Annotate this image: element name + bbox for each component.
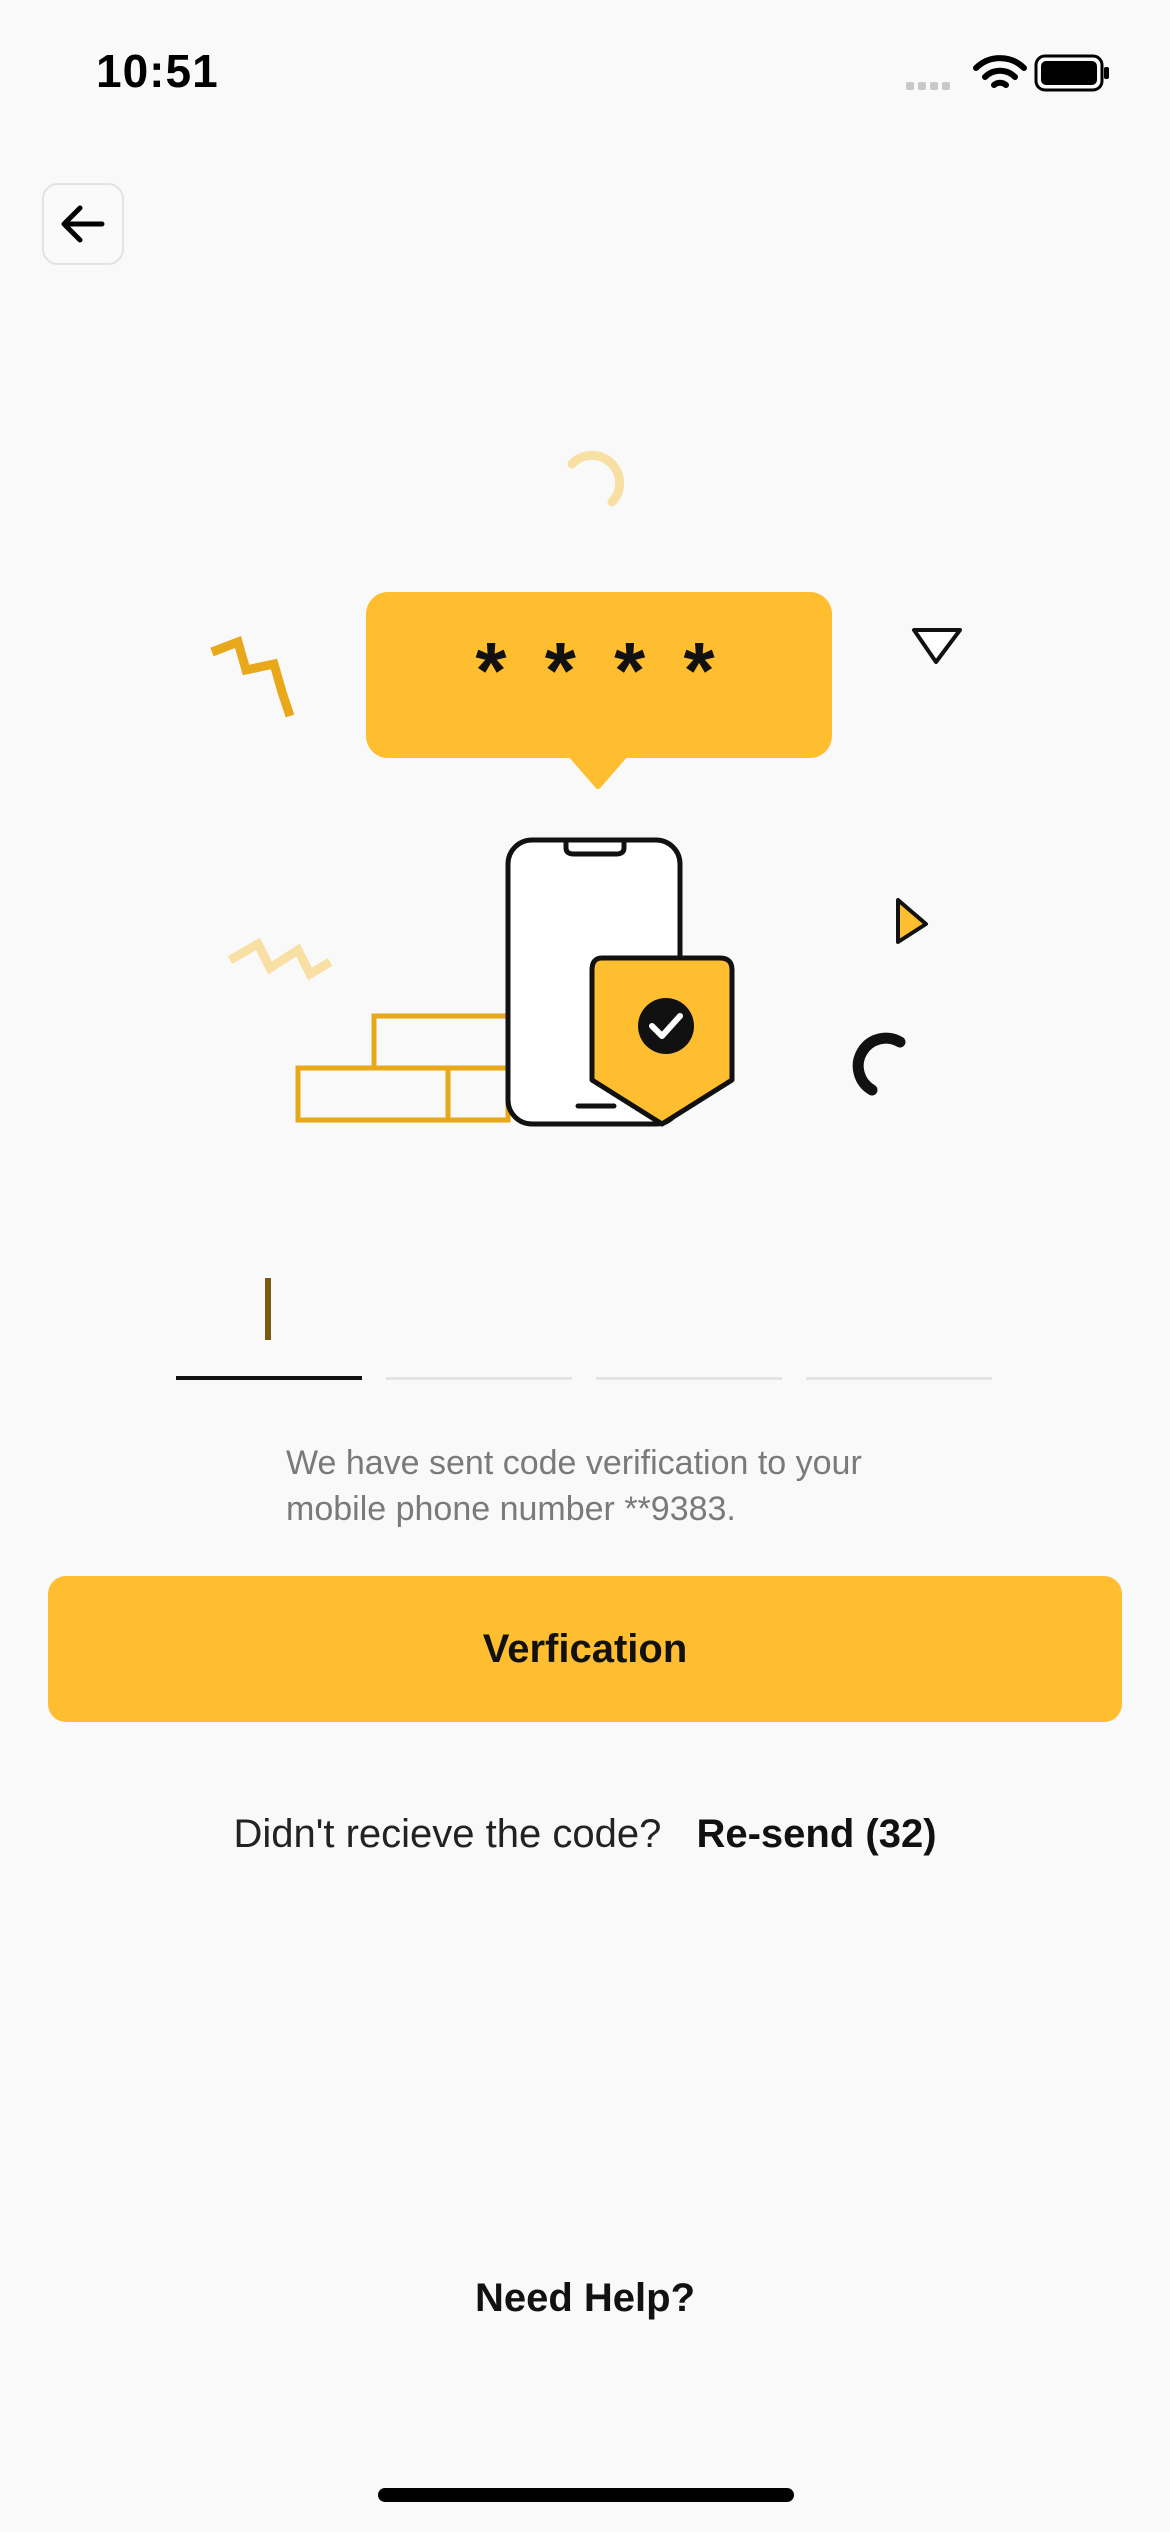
arc-decoration <box>567 450 625 507</box>
password-bubble: * * * * <box>366 592 832 789</box>
status-bar: 10:51 <box>0 0 1170 150</box>
status-icons <box>902 52 1112 96</box>
verification-button[interactable]: Verfication <box>48 1576 1122 1722</box>
resend-link[interactable]: Re-send (32) <box>696 1812 936 1856</box>
battery-icon <box>1034 54 1109 92</box>
zigzag-decoration-light <box>227 937 333 981</box>
otp-input-row <box>176 1240 994 1380</box>
verification-illustration: * * * * <box>0 430 1170 1150</box>
back-button[interactable] <box>42 183 124 265</box>
signal-icon <box>906 82 950 90</box>
otp-digit-1[interactable] <box>176 1240 362 1380</box>
need-help-link[interactable]: Need Help? <box>0 2276 1170 2321</box>
otp-digit-4[interactable] <box>806 1240 992 1380</box>
triangle-decoration <box>912 628 962 664</box>
status-time: 10:51 <box>96 45 219 97</box>
arrow-left-icon <box>61 205 105 243</box>
verification-info-text: We have sent code verification to your m… <box>286 1440 926 1532</box>
wifi-icon <box>973 55 1027 88</box>
resend-question: Didn't recieve the code? <box>233 1812 662 1856</box>
info-line-1: We have sent code verification to your <box>286 1444 862 1482</box>
home-indicator <box>378 2488 794 2502</box>
info-line-2: mobile phone number **9383. <box>286 1490 736 1528</box>
zigzag-decoration <box>210 636 295 718</box>
otp-digit-3[interactable] <box>596 1240 782 1380</box>
bricks <box>295 1013 513 1123</box>
text-caret <box>265 1278 271 1340</box>
triangle-decoration-filled <box>896 898 928 944</box>
bubble-text: * * * * <box>475 626 722 715</box>
resend-row: Didn't recieve the code? Re-send (32) <box>0 1812 1170 1857</box>
arc-decoration-dark <box>852 1032 906 1096</box>
otp-digit-2[interactable] <box>386 1240 572 1380</box>
